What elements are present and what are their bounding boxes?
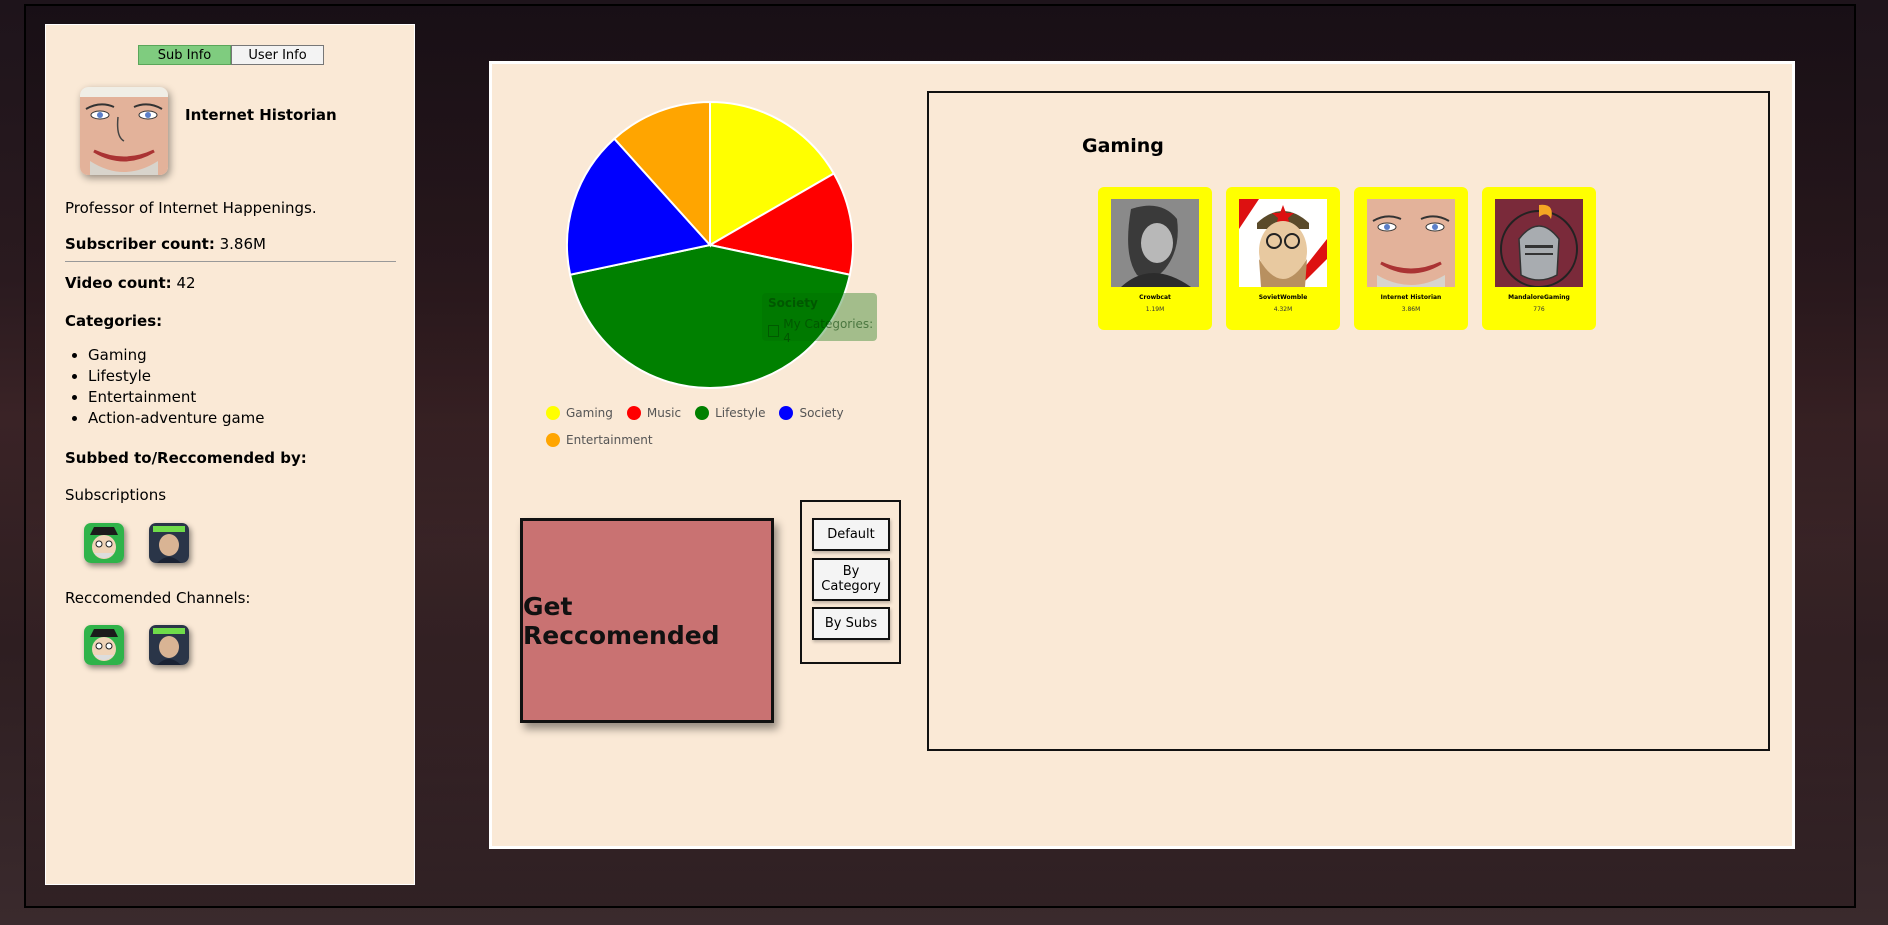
video-count-label: Video count:	[65, 274, 172, 292]
recommended-label: Reccomended Channels:	[65, 589, 251, 607]
mode-by-category-button[interactable]: By Category	[812, 558, 890, 601]
category-pie-chart[interactable]: Society My Categories: 4	[566, 100, 877, 389]
results-panel: Gaming Crowbcat 1.19M SovietWomble 4.32M…	[927, 91, 1770, 751]
video-count: Video count: 42	[65, 274, 196, 292]
get-recommended-button[interactable]: Get Reccomended	[520, 518, 774, 723]
categories-heading: Categories:	[65, 312, 163, 330]
list-item: Entertainment	[88, 387, 265, 408]
list-item: Gaming	[88, 345, 265, 366]
channel-card-name: Crowbcat	[1139, 294, 1171, 301]
recommended-row	[84, 625, 189, 665]
tab-user-info[interactable]: User Info	[231, 45, 324, 65]
main-panel: Society My Categories: 4 Gaming Music Life…	[489, 61, 1795, 849]
sidebar-tabs: Sub Info User Info	[138, 45, 324, 65]
list-item: Lifestyle	[88, 366, 265, 387]
channel-card-subs: 776	[1533, 306, 1545, 313]
channel-name: Internet Historian	[185, 106, 337, 124]
channel-description: Professor of Internet Happenings.	[65, 199, 317, 217]
legend-swatch	[695, 406, 710, 420]
subscriptions-row	[84, 523, 189, 563]
subbed-heading: Subbed to/Reccomended by:	[65, 449, 307, 467]
legend-swatch	[546, 433, 560, 447]
subscriber-count-value: 3.86M	[219, 235, 266, 253]
legend-item-society[interactable]: Society	[779, 406, 844, 420]
channel-card-subs: 1.19M	[1145, 306, 1165, 313]
channel-card-subs: 3.86M	[1401, 306, 1421, 313]
channel-card[interactable]: Internet Historian 3.86M	[1354, 187, 1468, 330]
channel-card[interactable]: MandaloreGaming 776	[1482, 187, 1596, 330]
channel-card-name: Internet Historian	[1380, 294, 1442, 301]
list-item: Action-adventure game	[88, 408, 265, 429]
channel-card[interactable]: SovietWomble 4.32M	[1226, 187, 1340, 330]
channel-thumbnail	[1111, 199, 1199, 287]
legend-label: Lifestyle	[715, 406, 766, 420]
recommendation-mode-group: Default By Category By Subs	[800, 500, 901, 664]
legend-label: Entertainment	[566, 433, 653, 447]
channel-thumbnail	[1367, 199, 1455, 287]
subscription-avatar[interactable]	[84, 523, 124, 563]
mode-default-button[interactable]: Default	[812, 518, 890, 551]
recommended-avatar[interactable]	[84, 625, 124, 665]
results-title: Gaming	[1082, 135, 1164, 157]
category-list: Gaming Lifestyle Entertainment Action-ad…	[65, 345, 265, 429]
legend-swatch	[626, 406, 641, 420]
legend-item-entertainment[interactable]: Entertainment	[546, 433, 653, 447]
legend-swatch	[779, 406, 794, 420]
subscription-avatar[interactable]	[149, 523, 189, 563]
tooltip-title: Society	[768, 296, 818, 310]
subscriber-count-label: Subscriber count:	[65, 235, 215, 253]
legend-item-gaming[interactable]: Gaming	[546, 406, 613, 420]
legend-label: Society	[799, 406, 844, 420]
mode-by-subs-button[interactable]: By Subs	[812, 607, 890, 640]
legend-label: Music	[646, 406, 682, 420]
chart-legend: Gaming Music Lifestyle Society Entertainment	[546, 406, 866, 460]
legend-item-lifestyle[interactable]: Lifestyle	[695, 406, 765, 420]
channel-card-subs: 4.32M	[1273, 306, 1293, 313]
channel-card[interactable]: Crowbcat 1.19M	[1098, 187, 1212, 330]
subscriptions-label: Subscriptions	[65, 486, 167, 504]
channel-sidebar: Sub Info User Info Internet Historian Pr…	[45, 24, 415, 885]
channel-card-name: SovietWomble	[1258, 294, 1308, 301]
legend-item-music[interactable]: Music	[626, 406, 682, 420]
legend-swatch	[546, 406, 560, 420]
tooltip-row: My Categories: 4	[768, 317, 877, 345]
channel-thumbnail	[1495, 199, 1583, 287]
recommended-avatar[interactable]	[149, 625, 189, 665]
chart-tooltip: Society My Categories: 4	[762, 293, 877, 345]
divider	[65, 261, 396, 262]
legend-label: Gaming	[566, 406, 613, 420]
tab-sub-info[interactable]: Sub Info	[138, 45, 231, 65]
channel-card-name: MandaloreGaming	[1508, 294, 1570, 301]
subscriber-count: Subscriber count: 3.86M	[65, 235, 266, 253]
tooltip-label: My Categories: 4	[783, 317, 874, 345]
video-count-value: 42	[176, 274, 196, 292]
channel-avatar	[80, 87, 168, 175]
tooltip-swatch	[768, 325, 780, 337]
channel-thumbnail	[1239, 199, 1327, 287]
channel-card-list: Crowbcat 1.19M SovietWomble 4.32M Intern…	[1098, 187, 1596, 330]
